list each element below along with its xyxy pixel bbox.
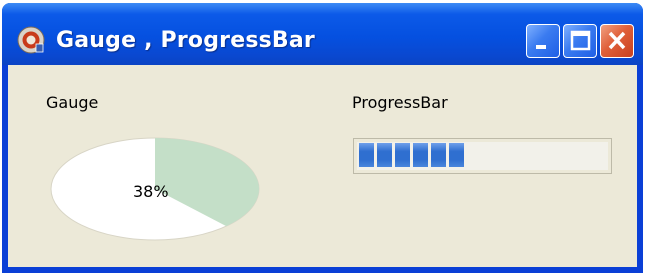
- progress-block: [431, 143, 446, 167]
- gauge-label: Gauge: [46, 93, 99, 112]
- gauge-value-text: 38%: [133, 182, 169, 201]
- progress-block: [377, 143, 392, 167]
- minimize-icon: [536, 45, 546, 49]
- close-button[interactable]: [600, 24, 634, 58]
- progressbar-label: ProgressBar: [352, 93, 448, 112]
- client-area: Gauge ProgressBar 38%: [8, 65, 637, 267]
- progress-block: [413, 143, 428, 167]
- progress-track: [357, 142, 608, 170]
- app-icon[interactable]: [16, 25, 46, 55]
- window-title: Gauge , ProgressBar: [56, 28, 315, 53]
- progress-block: [359, 143, 374, 167]
- maximize-button[interactable]: [563, 24, 597, 58]
- title-bar[interactable]: Gauge , ProgressBar: [2, 3, 643, 65]
- close-icon: [608, 31, 626, 50]
- app-window: Gauge , ProgressBar Gauge ProgressBar 38…: [2, 3, 643, 273]
- progress-block: [449, 143, 464, 167]
- maximize-icon: [570, 30, 591, 51]
- progress-bar: [353, 138, 612, 174]
- progress-block: [395, 143, 410, 167]
- minimize-button[interactable]: [526, 24, 560, 58]
